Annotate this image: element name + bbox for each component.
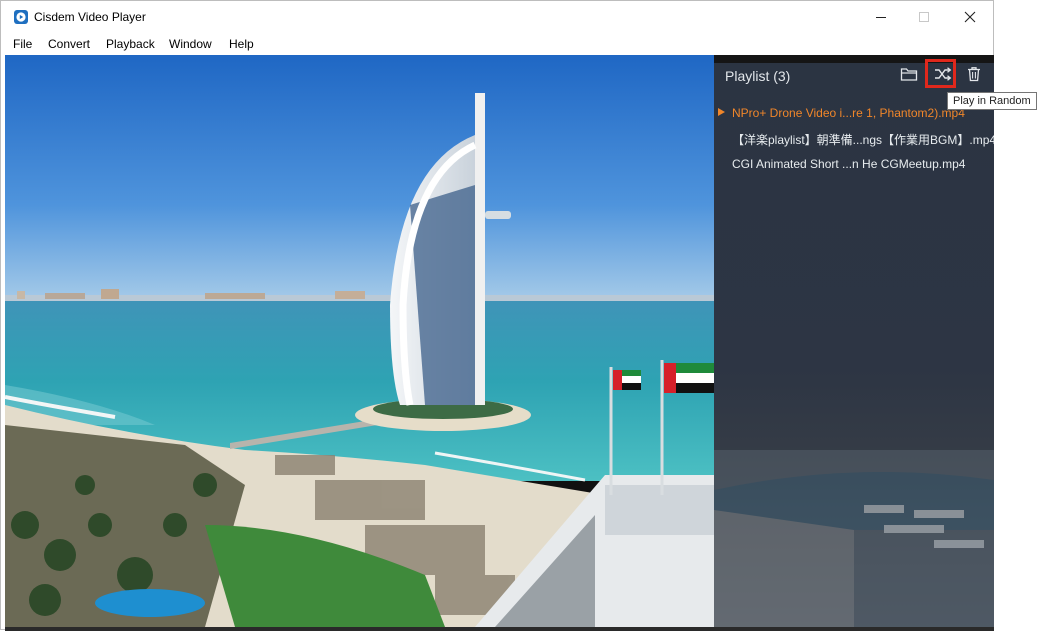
close-button[interactable]	[947, 1, 993, 33]
shuffle-highlight-box	[925, 59, 956, 88]
playlist-item-label: CGI Animated Short ...n He CGMeetup.mp4	[732, 157, 966, 171]
menu-convert[interactable]: Convert	[48, 37, 90, 51]
app-logo-icon	[14, 10, 28, 24]
menu-playback[interactable]: Playback	[106, 37, 155, 51]
playlist-item-label: NPro+ Drone Video i...re 1, Phantom2).mp…	[732, 106, 965, 120]
video-display[interactable]	[5, 55, 714, 627]
minimize-button[interactable]	[858, 1, 904, 33]
window-title: Cisdem Video Player	[34, 10, 146, 24]
shuffle-tooltip: Play in Random	[947, 92, 1037, 110]
video-reflection-image	[714, 450, 994, 627]
playlist-panel: Playlist (3) NPro+ Drone Video i...re 1,…	[714, 55, 994, 627]
maximize-button[interactable]	[901, 1, 947, 33]
app-window: Cisdem Video Player File Convert Playbac…	[0, 0, 994, 631]
menu-window[interactable]: Window	[169, 37, 212, 51]
menu-bar: File Convert Playback Window Help	[1, 33, 993, 55]
title-bar[interactable]: Cisdem Video Player	[1, 1, 993, 33]
close-icon	[964, 11, 976, 23]
video-bottom-bar	[5, 627, 994, 631]
menu-file[interactable]: File	[13, 37, 32, 51]
menu-help[interactable]: Help	[229, 37, 254, 51]
playlist-item[interactable]: 【洋楽playlist】朝準備...ngs【作業用BGM】.mp4	[714, 129, 994, 149]
playlist-item-label: 【洋楽playlist】朝準備...ngs【作業用BGM】.mp4	[732, 133, 994, 147]
maximize-icon	[918, 11, 930, 23]
playlist-item[interactable]: CGI Animated Short ...n He CGMeetup.mp4	[714, 155, 994, 175]
playlist-title: Playlist (3)	[725, 68, 791, 84]
now-playing-icon	[718, 108, 725, 116]
delete-button[interactable]	[963, 65, 985, 87]
open-folder-button[interactable]	[898, 65, 920, 87]
open-folder-icon	[900, 66, 918, 87]
trash-icon	[966, 66, 982, 87]
video-frame-image	[5, 55, 714, 627]
minimize-icon	[875, 11, 887, 23]
